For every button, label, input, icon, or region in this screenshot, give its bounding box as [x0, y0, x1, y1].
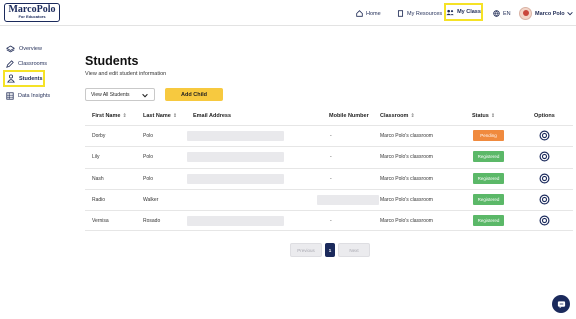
first-name-cell: Lily: [92, 154, 100, 160]
email-redacted: [187, 152, 284, 162]
sidebar-item-students[interactable]: Students: [3, 70, 45, 87]
sidebar-item-label: Students: [19, 75, 43, 82]
classroom-cell: Marco Polo's classroom: [380, 176, 433, 182]
status-badge: Registered: [473, 173, 504, 184]
chat-button[interactable]: [552, 295, 570, 313]
email-redacted: [187, 216, 284, 226]
language-label: EN: [503, 10, 511, 17]
classroom-cell: Marco Polo's classroom: [380, 197, 433, 203]
classroom-cell: Marco Polo's classroom: [380, 154, 433, 160]
classroom-cell: Marco Polo's classroom: [380, 218, 433, 224]
sidebar-item-label: Overview: [19, 45, 42, 52]
table-row: Nash Polo - Marco Polo's classroom Regis…: [85, 168, 573, 189]
status-badge: Pending: [473, 130, 504, 141]
table-row: Dorby Polo - Marco Polo's classroom Pend…: [85, 125, 573, 146]
last-name-cell: Polo: [143, 133, 154, 139]
column-header-label: Classroom: [380, 113, 409, 119]
logo-subtext: For Educators: [18, 14, 46, 19]
table-row: Lily Polo - Marco Polo's classroom Regis…: [85, 146, 573, 167]
column-header-classroom[interactable]: Classroom ⇕: [380, 113, 415, 119]
nav-home-label: Home: [366, 10, 381, 17]
options-gear-icon[interactable]: [539, 173, 550, 184]
chevron-down-icon: [566, 11, 573, 16]
last-name-cell: Walker: [143, 197, 159, 203]
classroom-cell: Marco Polo's classroom: [380, 133, 433, 139]
nav-my-class-label: My Class: [457, 9, 481, 15]
page-title: Students: [85, 54, 139, 68]
first-name-cell: Radio: [92, 197, 106, 203]
sort-icon: ⇕: [490, 113, 496, 119]
logo[interactable]: MarcoPolo For Educators: [4, 3, 60, 22]
language-selector[interactable]: EN: [493, 8, 511, 19]
nav-my-resources-label: My Resources: [407, 10, 443, 17]
sidebar-item-overview[interactable]: Overview: [6, 43, 42, 54]
column-header-label: First Name: [92, 113, 121, 119]
column-header-label: Status: [472, 113, 489, 119]
options-gear-icon[interactable]: [539, 130, 550, 141]
table-row: Vernisa Rosado - Marco Polo's classroom …: [85, 210, 573, 231]
pagination-previous-button[interactable]: Previous: [290, 243, 322, 257]
first-name-cell: Vernisa: [92, 218, 109, 224]
globe-icon: [493, 10, 500, 17]
status-badge: Registered: [473, 215, 504, 226]
nav-my-class[interactable]: My Class: [444, 3, 483, 21]
sidebar-item-data-insights[interactable]: Data Insights: [6, 90, 50, 101]
pagination-page-1[interactable]: 1: [325, 243, 335, 257]
column-header-last-name[interactable]: Last Name ⇕: [143, 113, 177, 119]
options-gear-icon[interactable]: [539, 215, 550, 226]
home-icon: [356, 10, 363, 17]
first-name-cell: Dorby: [92, 133, 106, 139]
mobile-redacted: [317, 195, 379, 205]
student-icon: [7, 74, 15, 83]
column-header-first-name[interactable]: First Name ⇕: [92, 113, 127, 119]
mobile-cell: -: [330, 154, 332, 160]
last-name-cell: Polo: [143, 176, 154, 182]
table-row: Radio Walker Marco Polo's classroom Regi…: [85, 189, 573, 210]
column-header-label: Last Name: [143, 113, 171, 119]
avatar: [519, 7, 532, 20]
sidebar-item-label: Data Insights: [18, 92, 51, 99]
student-filter-select[interactable]: View All Students: [85, 88, 155, 101]
column-header-status[interactable]: Status ⇕: [472, 113, 495, 119]
column-header-options: Options: [534, 113, 555, 119]
sort-icon: ⇕: [172, 113, 178, 119]
table-icon: [6, 91, 14, 100]
email-redacted: [187, 131, 284, 141]
column-header-label: Options: [534, 113, 555, 119]
mobile-cell: -: [330, 218, 332, 224]
email-redacted: [187, 174, 284, 184]
nav-home[interactable]: Home: [356, 8, 381, 19]
column-header-label: Email Address: [193, 113, 232, 119]
column-header-email: Email Address: [193, 113, 231, 119]
sort-icon: ⇕: [122, 113, 127, 119]
filter-value: View All Students: [91, 91, 130, 98]
top-bar: MarcoPolo For Educators Home My Resource…: [0, 0, 576, 26]
user-name: Marco Polo: [535, 10, 565, 17]
layers-icon: [6, 45, 15, 52]
sort-icon: ⇕: [410, 113, 415, 119]
users-icon: [446, 9, 454, 15]
sidebar-item-classrooms[interactable]: Classrooms: [6, 58, 47, 69]
options-gear-icon[interactable]: [539, 151, 550, 162]
status-badge: Registered: [473, 194, 504, 205]
pencil-icon: [6, 59, 14, 68]
nav-my-resources[interactable]: My Resources: [397, 8, 442, 19]
last-name-cell: Rosado: [143, 218, 161, 224]
page-subtitle: View and edit student information: [85, 71, 167, 77]
options-gear-icon[interactable]: [539, 194, 550, 205]
pagination-next-button[interactable]: Next: [338, 243, 370, 257]
user-menu[interactable]: Marco Polo: [519, 7, 576, 20]
sidebar-item-label: Classrooms: [18, 60, 48, 67]
column-header-label: Mobile Number: [329, 113, 369, 119]
mobile-cell: -: [330, 176, 332, 182]
column-header-mobile: Mobile Number: [329, 113, 369, 119]
first-name-cell: Nash: [92, 176, 104, 182]
add-child-button[interactable]: Add Child: [165, 88, 223, 101]
chat-icon: [557, 300, 565, 308]
book-icon: [397, 10, 404, 17]
last-name-cell: Polo: [143, 154, 154, 160]
mobile-cell: -: [330, 133, 332, 139]
status-badge: Registered: [473, 151, 504, 162]
chevron-down-icon: [142, 93, 148, 98]
